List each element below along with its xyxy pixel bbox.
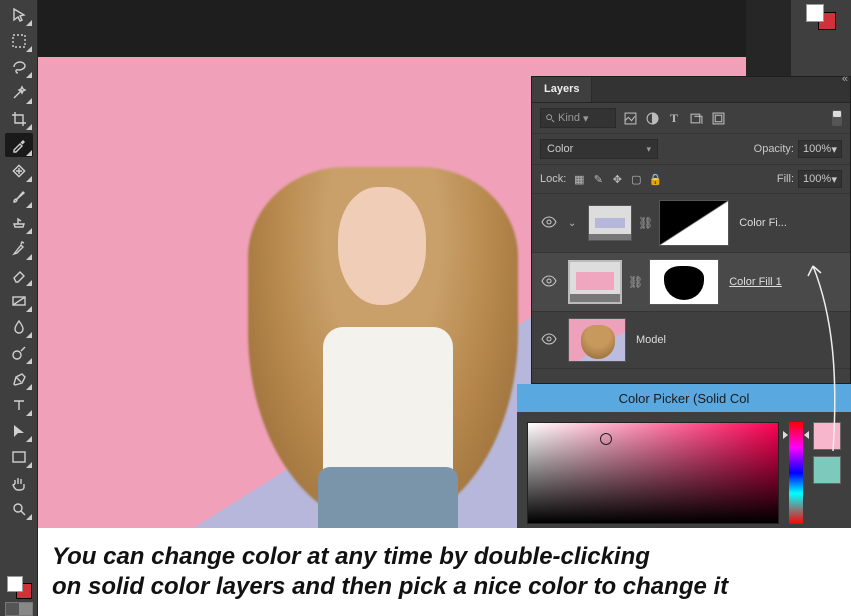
layer-row[interactable]: Model (532, 312, 850, 369)
filter-smart-icon[interactable] (710, 110, 726, 126)
layer-expand-toggle[interactable]: ⌄ (568, 218, 578, 229)
mini-color-swatches[interactable] (806, 4, 836, 30)
layer-name-label[interactable]: Color Fi... (739, 217, 787, 229)
caption-line-2: on solid color layers and then pick a ni… (52, 573, 728, 600)
current-color-swatch[interactable] (813, 456, 841, 484)
fill-input[interactable]: 100%▾ (798, 170, 842, 188)
brush-tool[interactable] (5, 185, 33, 209)
lock-artboard-icon[interactable]: ▢ (629, 173, 643, 186)
layer-thumbnail[interactable] (568, 318, 626, 362)
lasso-tool[interactable] (5, 55, 33, 79)
zoom-tool[interactable] (5, 497, 33, 521)
hue-slider[interactable] (789, 422, 803, 524)
layers-list: ⌄ ⛓ Color Fi... ⛓ Color Fill (532, 194, 850, 369)
blur-tool[interactable] (5, 315, 33, 339)
mask-link-icon[interactable]: ⛓ (638, 216, 653, 230)
layer-thumbnail[interactable] (568, 260, 622, 304)
panel-collapse-icon[interactable]: « (842, 73, 848, 85)
canvas-model-figure (208, 127, 558, 531)
tutorial-caption: You can change color at any time by doub… (38, 528, 851, 616)
layer-row[interactable]: ⌄ ⛓ Color Fi... (532, 194, 850, 253)
filter-type-icon[interactable]: T (666, 110, 682, 126)
eyedropper-tool[interactable] (5, 133, 33, 157)
filter-toggle-switch[interactable] (832, 110, 842, 126)
type-tool[interactable] (5, 393, 33, 417)
layer-row[interactable]: ⛓ Color Fill 1 (532, 253, 850, 312)
visibility-toggle[interactable] (540, 333, 558, 348)
marquee-tool[interactable] (5, 29, 33, 53)
panel-tab-bar: Layers (532, 77, 850, 103)
blend-mode-select[interactable]: Color ▾ (540, 139, 658, 159)
path-selection-tool[interactable] (5, 419, 33, 443)
right-dock-strip (791, 0, 851, 76)
spot-healing-tool[interactable] (5, 159, 33, 183)
color-picker-title: Color Picker (Solid Col (517, 384, 851, 412)
layer-name-label[interactable]: Color Fill 1 (729, 276, 782, 288)
crop-tool[interactable] (5, 107, 33, 131)
color-picker-dialog: Color Picker (Solid Col (517, 384, 851, 534)
visibility-toggle[interactable] (540, 216, 558, 231)
foreground-background-colors[interactable] (5, 574, 33, 600)
blend-mode-value: Color (547, 143, 573, 155)
tool-palette (0, 0, 38, 616)
magic-wand-tool[interactable] (5, 81, 33, 105)
hue-slider-handle[interactable] (785, 430, 807, 438)
visibility-toggle[interactable] (540, 275, 558, 290)
lock-fill-row: Lock: ▦ ✎ ✥ ▢ 🔒 Fill: 100%▾ (532, 165, 850, 194)
color-field[interactable] (527, 422, 779, 524)
opacity-label: Opacity: (754, 143, 794, 155)
new-color-swatch[interactable] (813, 422, 841, 450)
pen-tool[interactable] (5, 367, 33, 391)
clone-stamp-tool[interactable] (5, 211, 33, 235)
color-field-cursor[interactable] (600, 433, 612, 445)
foreground-color-swatch[interactable] (7, 576, 23, 592)
opacity-value: 100% (803, 143, 831, 155)
filter-kind-label: Kind (558, 112, 580, 124)
layer-mask-thumbnail[interactable] (659, 200, 729, 246)
caption-line-1: You can change color at any time by doub… (52, 543, 650, 570)
hand-tool[interactable] (5, 471, 33, 495)
dodge-tool[interactable] (5, 341, 33, 365)
move-tool[interactable] (5, 3, 33, 27)
eraser-tool[interactable] (5, 263, 33, 287)
rectangle-tool[interactable] (5, 445, 33, 469)
fill-label: Fill: (777, 173, 794, 185)
gradient-tool[interactable] (5, 289, 33, 313)
filter-shape-icon[interactable] (688, 110, 704, 126)
layer-thumbnail[interactable] (588, 205, 632, 241)
layer-filter-row: Kind ▾ T (532, 103, 850, 134)
lock-label: Lock: (540, 173, 566, 185)
layer-filter-kind[interactable]: Kind ▾ (540, 108, 616, 128)
history-brush-tool[interactable] (5, 237, 33, 261)
fill-value: 100% (803, 173, 831, 185)
mask-link-icon[interactable]: ⛓ (628, 275, 643, 289)
filter-pixel-icon[interactable] (622, 110, 638, 126)
layer-mask-thumbnail[interactable] (649, 259, 719, 305)
lock-transparency-icon[interactable]: ▦ (572, 173, 586, 186)
layer-filter-icons: T (622, 110, 726, 126)
opacity-input[interactable]: 100%▾ (798, 140, 842, 158)
blend-opacity-row: Color ▾ Opacity: 100%▾ (532, 134, 850, 165)
filter-adjustment-icon[interactable] (644, 110, 660, 126)
lock-all-icon[interactable]: 🔒 (648, 173, 662, 186)
layers-panel: « Layers Kind ▾ T Color ▾ Opacity: 100%▾ (531, 76, 851, 384)
quick-mask-toggle[interactable] (5, 602, 33, 616)
lock-image-icon[interactable]: ✎ (591, 173, 605, 186)
layer-name-label[interactable]: Model (636, 334, 666, 346)
tab-layers[interactable]: Layers (532, 77, 592, 102)
lock-position-icon[interactable]: ✥ (610, 173, 624, 186)
